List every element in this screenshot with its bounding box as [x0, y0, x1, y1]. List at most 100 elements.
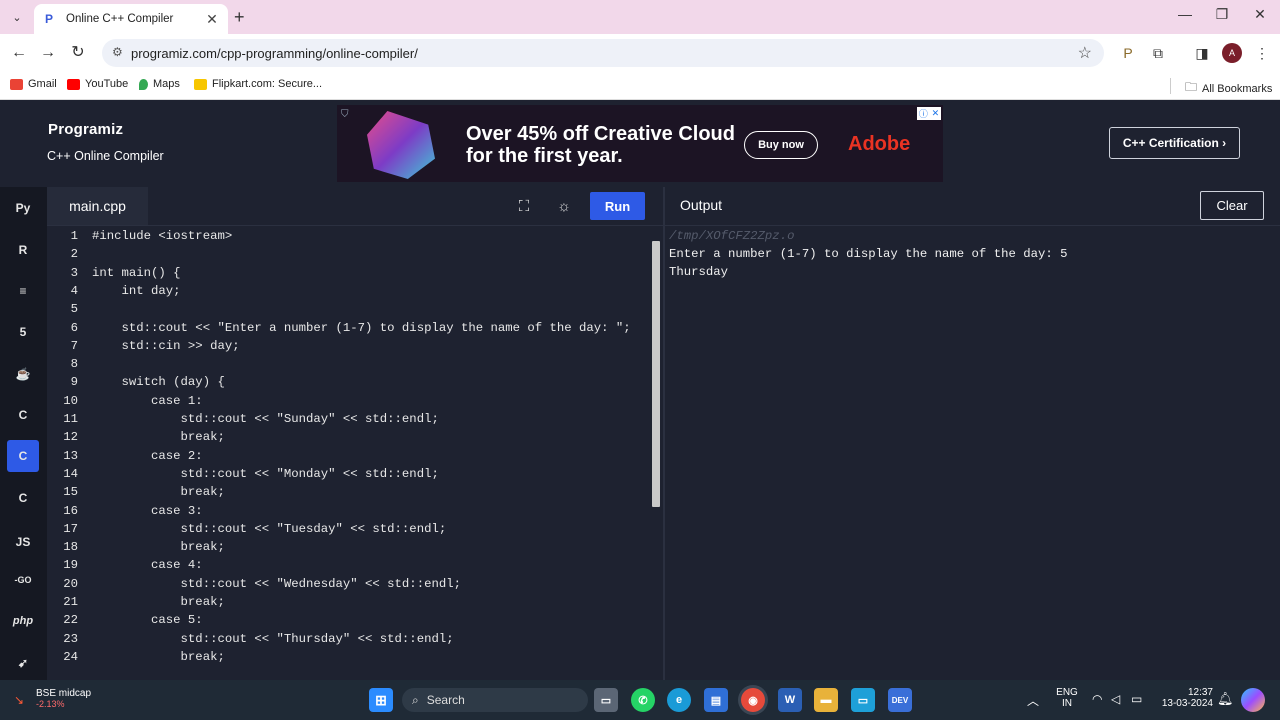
code-line[interactable]: 5 — [47, 300, 647, 318]
clock[interactable]: 12:37 13-03-2024 — [1155, 687, 1213, 709]
volume-icon[interactable]: ◁ — [1111, 692, 1120, 706]
code-line[interactable]: 9 switch (day) { — [47, 373, 647, 391]
theme-toggle-icon[interactable]: ☼ — [550, 193, 578, 219]
code-line[interactable]: 11 std::cout << "Sunday" << std::endl; — [47, 410, 647, 428]
line-number: 21 — [63, 595, 78, 609]
line-number: 7 — [70, 338, 78, 353]
programiz-logo[interactable]: Programiz — [48, 121, 123, 138]
clear-button[interactable]: Clear — [1200, 191, 1264, 220]
battery-icon[interactable]: ▭ — [1131, 692, 1142, 706]
editor-scrollbar-thumb[interactable] — [652, 241, 660, 507]
profile-avatar[interactable]: A — [1222, 43, 1242, 63]
browser-tab[interactable]: P Online C++ Compiler ✕ — [34, 4, 228, 34]
windows-start-icon[interactable]: ⊞ — [369, 688, 393, 712]
menu-kebab-icon[interactable]: ⋮ — [1252, 43, 1272, 63]
code-line[interactable]: 21 break; — [47, 593, 647, 611]
editor-scrollbar[interactable] — [650, 229, 661, 669]
bookmark-star-icon[interactable]: ☆ — [1078, 43, 1092, 63]
code-line[interactable]: 19 case 4: — [47, 556, 647, 574]
stock-widget[interactable]: ↘ BSE midcap -2.13% — [14, 688, 91, 709]
wifi-icon[interactable]: ◠ — [1092, 692, 1102, 706]
monitor-app-icon[interactable]: ▭ — [851, 688, 875, 712]
code-line[interactable]: 2 — [47, 245, 647, 263]
bookmark-flipkart[interactable]: Flipkart.com: Secure... — [194, 78, 322, 90]
reload-icon[interactable]: ↻ — [67, 42, 89, 64]
sidebar-item-sql[interactable]: ≡ — [7, 275, 39, 307]
run-button[interactable]: Run — [590, 192, 645, 220]
taskbar-search[interactable]: ⌕ Search — [402, 688, 588, 712]
ad-close-icon[interactable]: ⓘ ✕ — [917, 107, 941, 120]
code-line[interactable]: 18 break; — [47, 538, 647, 556]
sidebar-item-swift[interactable]: ➹ — [7, 647, 39, 679]
code-line[interactable]: 4 int day; — [47, 282, 647, 300]
file-explorer-icon[interactable]: ▬ — [814, 688, 838, 712]
copilot-icon[interactable] — [1241, 688, 1265, 712]
notification-bell-icon[interactable]: 🔔︎ — [1217, 691, 1234, 707]
show-hidden-icons-icon[interactable]: ︿ — [1027, 692, 1039, 709]
sidebar-item-python[interactable]: Py — [7, 192, 39, 224]
code-line[interactable]: 8 — [47, 355, 647, 373]
code-line[interactable]: 12 break; — [47, 428, 647, 446]
ad-buy-button[interactable]: Buy now — [744, 131, 818, 159]
task-view-icon[interactable]: ▭ — [594, 688, 618, 712]
code-line[interactable]: 22 case 5: — [47, 611, 647, 629]
sidebar-item-js[interactable]: JS — [7, 526, 39, 558]
address-bar[interactable]: ⚙ programiz.com/cpp-programming/online-c… — [102, 39, 1104, 67]
code-text: case 4: — [92, 558, 203, 573]
back-icon[interactable]: ← — [8, 42, 30, 64]
certification-button[interactable]: C++ Certification › — [1109, 127, 1240, 159]
code-line[interactable]: 6 std::cout << "Enter a number (1-7) to … — [47, 319, 647, 337]
code-line[interactable]: 14 std::cout << "Monday" << std::endl; — [47, 465, 647, 483]
code-editor[interactable]: 1 #include <iostream> 2 3 int main() {4 int … — [47, 225, 663, 680]
code-line[interactable]: 24 break; — [47, 648, 647, 666]
language-indicator[interactable]: ENG IN — [1054, 687, 1080, 709]
store-icon[interactable]: ▤ — [704, 688, 728, 712]
all-bookmarks[interactable]: 🗀 All Bookmarks — [1185, 78, 1272, 99]
bookmark-youtube[interactable]: YouTube — [67, 78, 128, 90]
file-tab[interactable]: main.cpp — [47, 187, 148, 225]
tab-close-icon[interactable]: ✕ — [204, 11, 220, 28]
chrome-icon[interactable]: ◉ — [741, 688, 765, 712]
code-line[interactable]: 13 case 2: — [47, 447, 647, 465]
code-line[interactable]: 15 break; — [47, 483, 647, 501]
editor-toolbar: main.cpp ⛶ ☼ Run — [47, 187, 663, 225]
tab-search-button[interactable]: ⌄ — [6, 6, 28, 28]
output-console[interactable]: /tmp/XOfCFZ2Zpz.o Enter a number (1-7) t… — [663, 225, 1280, 680]
code-line[interactable]: 10 case 1: — [47, 392, 647, 410]
sidebar-item-go[interactable]: -GO — [7, 564, 39, 596]
whatsapp-icon[interactable]: ✆ — [631, 688, 655, 712]
sidebar-item-php[interactable]: php — [7, 605, 39, 637]
bookmark-gmail[interactable]: Gmail — [10, 78, 57, 90]
devcpp-icon[interactable]: DEV — [888, 688, 912, 712]
new-tab-icon[interactable]: + — [234, 7, 245, 28]
bookmark-maps[interactable]: Maps — [139, 78, 180, 90]
word-icon[interactable]: W — [778, 688, 802, 712]
code-line[interactable]: 16 case 3: — [47, 502, 647, 520]
fullscreen-icon[interactable]: ⛶ — [510, 193, 538, 219]
code-line[interactable]: 17 std::cout << "Tuesday" << std::endl; — [47, 520, 647, 538]
site-info-icon[interactable]: ⚙ — [112, 45, 123, 59]
bookmarks-divider — [1170, 78, 1171, 94]
side-panel-icon[interactable]: ◨ — [1192, 43, 1212, 63]
sidebar-item-c[interactable]: C — [7, 399, 39, 431]
sidebar-item-r[interactable]: R — [7, 234, 39, 266]
code-line[interactable]: 1 #include <iostream> — [47, 227, 647, 245]
sidebar-item-cpp[interactable]: C — [7, 440, 39, 472]
edge-icon[interactable]: e — [667, 688, 691, 712]
extensions-puzzle-icon[interactable]: ⧉ — [1148, 43, 1168, 63]
extension-icon[interactable]: P — [1118, 43, 1138, 63]
forward-icon[interactable]: → — [37, 42, 59, 64]
code-text: std::cout << "Tuesday" << std::endl; — [92, 521, 447, 536]
code-line[interactable]: 20 std::cout << "Wednesday" << std::endl… — [47, 575, 647, 593]
sidebar-item-html[interactable]: 5 — [7, 316, 39, 348]
code-line[interactable]: 7 std::cin >> day; — [47, 337, 647, 355]
sidebar-item-java[interactable]: ☕ — [7, 358, 39, 390]
line-number: 12 — [63, 430, 78, 445]
advertisement-banner[interactable]: ⛉ Over 45% off Creative Cloud for the fi… — [337, 105, 943, 182]
window-close-icon[interactable]: ✕ — [1245, 6, 1275, 23]
minimize-icon[interactable]: — — [1170, 6, 1200, 22]
maximize-icon[interactable]: ❐ — [1207, 6, 1237, 23]
sidebar-item-csharp[interactable]: C — [7, 482, 39, 514]
code-line[interactable]: 23 std::cout << "Thursday" << std::endl; — [47, 630, 647, 648]
code-line[interactable]: 3 int main() { — [47, 264, 647, 282]
